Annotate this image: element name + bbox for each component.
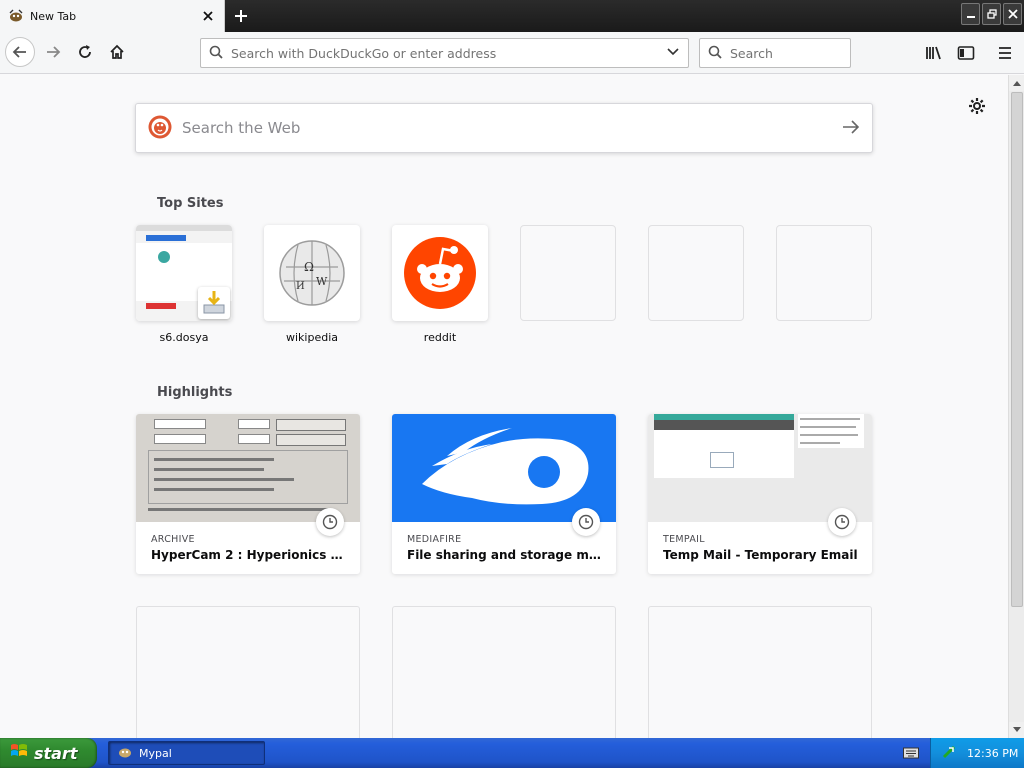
network-icon[interactable] [941, 744, 957, 763]
chevron-down-icon[interactable] [666, 46, 680, 60]
highlight-source: ARCHIVE [151, 534, 195, 545]
close-tab-icon[interactable] [200, 8, 216, 24]
tab-title: New Tab [30, 9, 77, 23]
highlight-title: File sharing and storage made si... [407, 548, 603, 562]
svg-text:Ω: Ω [304, 260, 314, 274]
empty-tile [648, 225, 744, 321]
top-site-empty-slot [776, 225, 872, 321]
gear-icon[interactable] [966, 95, 988, 117]
top-site-label: reddit [423, 331, 457, 344]
windows-taskbar: start Mypal 12:36 PM [0, 738, 1024, 768]
scroll-up-icon[interactable] [1009, 75, 1024, 91]
sidebar-toggle-icon[interactable] [954, 41, 978, 65]
highlight-card-mediafire[interactable]: MEDIAFIRE File sharing and storage made … [392, 414, 616, 574]
highlight-thumbnail [648, 414, 872, 522]
highlights-heading: Highlights [157, 385, 233, 400]
top-site-thumbnail [136, 225, 232, 321]
library-icon[interactable] [922, 41, 946, 65]
highlight-card-hypercam[interactable]: ARCHIVE HyperCam 2 : Hyperionics : Free … [136, 414, 360, 574]
minimize-button[interactable] [961, 3, 980, 25]
start-label: start [34, 743, 78, 763]
vertical-scrollbar[interactable] [1008, 75, 1024, 738]
home-button[interactable] [102, 37, 132, 67]
tab-strip: New Tab [0, 0, 1024, 32]
mypal-favicon-icon [8, 8, 24, 24]
clock-icon [316, 508, 344, 536]
top-site-label: wikipedia [285, 331, 338, 344]
navigation-toolbar [0, 32, 1024, 74]
taskbar-item-mypal[interactable]: Mypal [108, 741, 265, 765]
new-tab-page: Top Sites s6.dosya ΩWИ wikipedia reddit [0, 75, 1008, 738]
duckduckgo-icon [148, 115, 172, 142]
highlight-placeholder [392, 606, 616, 738]
highlight-placeholder [648, 606, 872, 738]
tab-new-tab[interactable]: New Tab [0, 0, 225, 32]
mediafire-logo-icon [392, 414, 616, 522]
top-site-empty-slot [648, 225, 744, 321]
highlight-title: Temp Mail - Temporary Email [663, 548, 858, 562]
start-button[interactable]: start [0, 738, 97, 768]
download-drive-icon [198, 287, 230, 319]
new-tab-button[interactable] [230, 4, 252, 28]
highlight-title: HyperCam 2 : Hyperionics : Free ... [151, 548, 347, 562]
svg-text:W: W [316, 275, 328, 288]
empty-tile [776, 225, 872, 321]
wikipedia-globe-icon: ΩWИ [264, 225, 360, 321]
clock-display: 12:36 PM [967, 746, 1019, 760]
empty-tile [520, 225, 616, 321]
top-site-reddit[interactable]: reddit [392, 225, 488, 344]
top-site-s6-dosya[interactable]: s6.dosya [136, 225, 232, 344]
top-site-empty-slot [520, 225, 616, 321]
back-button[interactable] [5, 37, 35, 67]
top-site-wikipedia[interactable]: ΩWИ wikipedia [264, 225, 360, 344]
mypal-app-icon [117, 744, 133, 763]
search-input[interactable] [730, 45, 886, 61]
highlight-card-tempail[interactable]: TEMPAIL Temp Mail - Temporary Email [648, 414, 872, 574]
web-search-box[interactable] [135, 103, 873, 153]
restore-button[interactable] [982, 3, 1001, 25]
forward-button[interactable] [38, 37, 68, 67]
keyboard-icon[interactable] [903, 746, 919, 760]
svg-text:И: И [296, 281, 305, 292]
reddit-logo-icon [392, 225, 488, 321]
reload-button[interactable] [70, 37, 100, 67]
taskbar-item-label: Mypal [139, 746, 172, 760]
highlight-thumbnail [136, 414, 360, 522]
scrollbar-thumb[interactable] [1011, 92, 1023, 607]
search-icon [708, 45, 722, 62]
clock-icon [828, 508, 856, 536]
scroll-down-icon[interactable] [1009, 722, 1024, 738]
menu-icon[interactable] [993, 41, 1017, 65]
windows-logo-icon [10, 742, 28, 764]
highlight-source: MEDIAFIRE [407, 534, 462, 545]
arrow-right-icon[interactable] [842, 119, 860, 138]
top-site-label: s6.dosya [159, 331, 209, 344]
window-controls [961, 3, 1022, 25]
search-icon [209, 45, 223, 62]
top-sites-heading: Top Sites [157, 196, 224, 211]
close-window-button[interactable] [1003, 3, 1022, 25]
system-tray: 12:36 PM [930, 738, 1024, 768]
web-search-input[interactable] [182, 119, 842, 137]
clock-icon [572, 508, 600, 536]
highlight-placeholder [136, 606, 360, 738]
search-bar[interactable] [699, 38, 886, 68]
highlight-source: TEMPAIL [663, 534, 705, 545]
address-bar[interactable] [200, 38, 689, 68]
address-input[interactable] [231, 45, 666, 61]
